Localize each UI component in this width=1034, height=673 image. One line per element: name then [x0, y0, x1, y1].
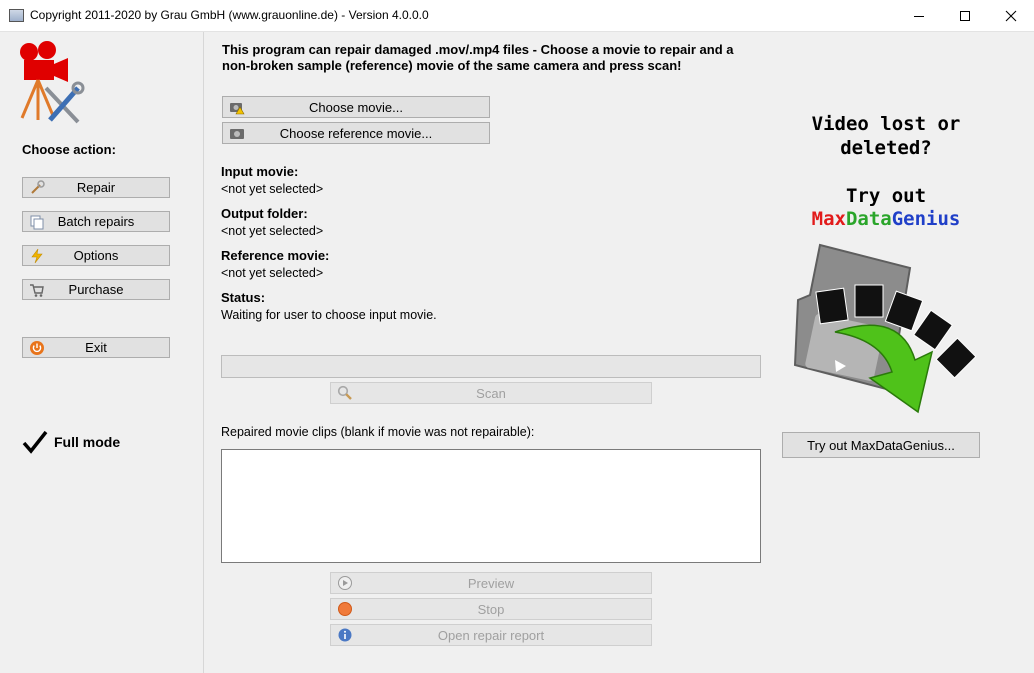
choose-movie-button[interactable]: Choose movie...: [222, 96, 490, 118]
options-button-label: Options: [73, 248, 119, 263]
choose-reference-button[interactable]: Choose reference movie...: [222, 122, 490, 144]
ad-line1: Video lost or: [811, 113, 961, 135]
repaired-clips-list[interactable]: [221, 449, 761, 563]
scan-button-label: Scan: [476, 385, 506, 401]
minimize-icon: [914, 15, 924, 17]
open-repair-report-button[interactable]: Open repair report: [330, 624, 652, 646]
close-button[interactable]: [988, 0, 1034, 31]
progress-bar: [221, 355, 761, 378]
scan-button[interactable]: Scan: [330, 382, 652, 404]
window-title: Copyright 2011-2020 by Grau GmbH (www.gr…: [30, 8, 429, 22]
cart-icon: [29, 282, 45, 298]
maximize-button[interactable]: [942, 0, 988, 31]
magnifier-icon: [337, 385, 353, 401]
input-movie-value: <not yet selected>: [221, 182, 324, 196]
app-icon: [9, 9, 24, 22]
wrench-icon: [29, 179, 45, 196]
title-bar: Copyright 2011-2020 by Grau GmbH (www.gr…: [0, 0, 1034, 32]
info-icon: [337, 627, 353, 643]
preview-button-label: Preview: [467, 575, 515, 591]
try-maxdatagenius-label: Try out MaxDataGenius...: [807, 437, 955, 453]
repair-button-label: Repair: [76, 180, 116, 195]
camera-warning-icon: [229, 99, 245, 115]
lightning-icon: [29, 248, 45, 264]
reference-movie-label: Reference movie:: [221, 248, 330, 263]
ad-line2: deleted?: [840, 137, 932, 159]
stop-button[interactable]: Stop: [330, 598, 652, 620]
open-repair-report-label: Open repair report: [437, 627, 545, 643]
input-movie-label: Input movie:: [221, 164, 299, 179]
ad-line3: Try out: [845, 185, 927, 207]
close-icon: [1005, 10, 1017, 21]
checkmark-icon: [22, 430, 48, 454]
brand-part-data: Data: [845, 208, 892, 230]
output-folder-label: Output folder:: [221, 206, 308, 221]
full-mode-label: Full mode: [54, 434, 121, 450]
repaired-clips-label: Repaired movie clips (blank if movie was…: [221, 425, 535, 439]
output-folder-value: <not yet selected>: [221, 224, 324, 238]
stop-icon: [337, 601, 353, 617]
status-label: Status:: [221, 290, 266, 305]
exit-button-label: Exit: [85, 340, 107, 355]
choose-movie-label: Choose movie...: [309, 99, 403, 115]
preview-button[interactable]: Preview: [330, 572, 652, 594]
sd-card-film-arrow-icon: [793, 243, 977, 414]
status-value: Waiting for user to choose input movie.: [221, 308, 437, 322]
brand-part-max: Max: [811, 208, 846, 230]
options-button[interactable]: Options: [22, 245, 170, 266]
play-icon: [337, 575, 353, 591]
pages-icon: [29, 214, 45, 230]
choose-action-label: Choose action:: [22, 142, 116, 157]
try-maxdatagenius-button[interactable]: Try out MaxDataGenius...: [782, 432, 980, 458]
camera-tools-logo-icon: [20, 41, 85, 124]
intro-text: This program can repair damaged .mov/.mp…: [222, 42, 734, 73]
sidebar: Choose action: Repair Batch repairs Opti…: [0, 32, 204, 673]
ad-brand: MaxDataGenius: [780, 208, 992, 230]
repair-button[interactable]: Repair: [22, 177, 170, 198]
full-mode-indicator: Full mode: [22, 430, 120, 454]
purchase-button[interactable]: Purchase: [22, 279, 170, 300]
reference-movie-value: <not yet selected>: [221, 266, 324, 280]
ad-panel: Video lost or deleted? Try out MaxDataGe…: [780, 112, 992, 230]
brand-part-genius: Genius: [891, 208, 961, 230]
minimize-button[interactable]: [896, 0, 942, 31]
maximize-icon: [960, 10, 970, 21]
purchase-button-label: Purchase: [68, 282, 124, 297]
choose-reference-label: Choose reference movie...: [279, 125, 433, 141]
batch-repairs-button[interactable]: Batch repairs: [22, 211, 170, 232]
batch-repairs-button-label: Batch repairs: [57, 214, 135, 229]
exit-button[interactable]: Exit: [22, 337, 170, 358]
camera-icon: [229, 125, 245, 141]
power-icon: [29, 340, 45, 356]
stop-button-label: Stop: [477, 601, 505, 617]
